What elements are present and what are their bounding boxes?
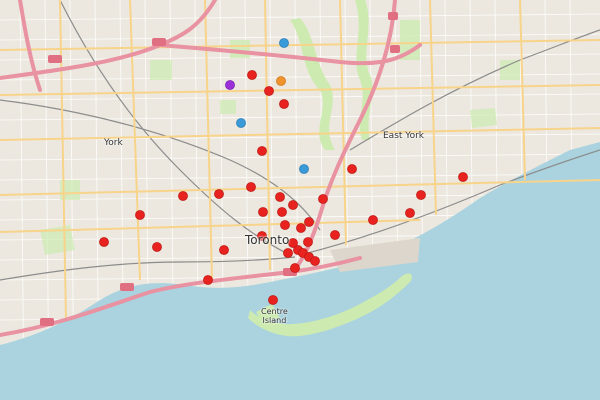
map-marker[interactable]: [283, 248, 293, 258]
map-marker[interactable]: [279, 38, 289, 48]
marker-group-red: [99, 70, 468, 305]
map-marker[interactable]: [246, 182, 256, 192]
marker-group-purple: [225, 80, 235, 90]
map-marker[interactable]: [304, 217, 314, 227]
map-marker[interactable]: [318, 194, 328, 204]
map-marker[interactable]: [277, 207, 287, 217]
map-marker[interactable]: [416, 190, 426, 200]
marker-group-orange: [276, 76, 286, 86]
map-marker[interactable]: [458, 172, 468, 182]
map-marker[interactable]: [368, 215, 378, 225]
map-marker[interactable]: [247, 70, 257, 80]
map-marker[interactable]: [219, 245, 229, 255]
island-label-line: Island: [262, 316, 287, 325]
map-marker[interactable]: [135, 210, 145, 220]
marker-group-blue: [236, 38, 309, 174]
map-marker[interactable]: [236, 118, 246, 128]
city-label-toronto: Toronto: [245, 233, 290, 247]
map-marker[interactable]: [405, 208, 415, 218]
map-marker[interactable]: [258, 207, 268, 217]
map-marker[interactable]: [296, 223, 306, 233]
map-marker[interactable]: [303, 237, 313, 247]
map-marker[interactable]: [268, 295, 278, 305]
map-marker[interactable]: [330, 230, 340, 240]
map-marker[interactable]: [203, 275, 213, 285]
markers-layer: [99, 38, 468, 305]
map-marker[interactable]: [299, 164, 309, 174]
island-label-centre-island: Centre Island: [261, 307, 288, 325]
map-marker[interactable]: [99, 237, 109, 247]
map-marker[interactable]: [280, 220, 290, 230]
map-marker[interactable]: [279, 99, 289, 109]
city-label-east-york: East York: [383, 131, 425, 141]
map-marker[interactable]: [214, 189, 224, 199]
map-marker[interactable]: [275, 192, 285, 202]
map-marker[interactable]: [310, 256, 320, 266]
map-marker[interactable]: [288, 200, 298, 210]
map-marker[interactable]: [347, 164, 357, 174]
map-marker[interactable]: [264, 86, 274, 96]
map-canvas[interactable]: Toronto East York York Centre Island: [0, 0, 600, 400]
map-marker[interactable]: [225, 80, 235, 90]
map-marker[interactable]: [257, 146, 267, 156]
map-marker[interactable]: [276, 76, 286, 86]
map-marker[interactable]: [178, 191, 188, 201]
map-marker[interactable]: [152, 242, 162, 252]
city-label-york: York: [104, 138, 123, 148]
island-label-line: Centre: [261, 307, 288, 316]
map-marker[interactable]: [290, 263, 300, 273]
